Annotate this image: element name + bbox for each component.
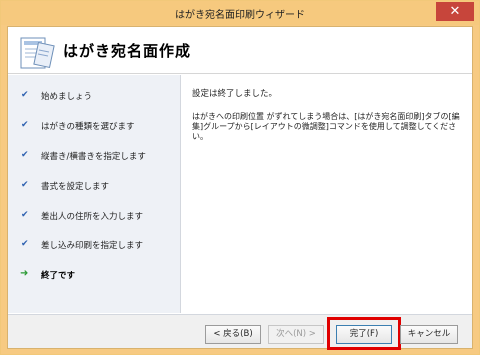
button-bar: < 戻る(B) 次へ(N) > 完了(F) キャンセル [8, 314, 472, 350]
wizard-window: はがき宛名面印刷ウィザード ✕ はがき宛名面作成 ✔ 始めましょう ✔ はがきの… [0, 0, 480, 355]
check-icon: ✔ [21, 180, 29, 190]
step-label: 終了です [41, 271, 76, 281]
step-item-orientation: ✔ 縦書き/横書きを指定します [8, 149, 181, 165]
cancel-button[interactable]: キャンセル [400, 325, 458, 344]
status-message: 設定は終了しました。 [192, 89, 278, 99]
back-button[interactable]: < 戻る(B) [205, 325, 261, 344]
step-label: はがきの種類を選びます [41, 122, 135, 132]
check-icon: ✔ [21, 90, 29, 100]
window-title: はがき宛名面印刷ウィザード [175, 10, 305, 21]
next-button[interactable]: 次へ(N) > [268, 325, 324, 344]
check-icon: ✔ [21, 239, 29, 249]
wizard-header: はがき宛名面作成 [8, 27, 472, 74]
step-label: 書式を設定します [41, 182, 110, 192]
check-icon: ✔ [21, 120, 29, 130]
step-item-sender: ✔ 差出人の住所を入力します [8, 209, 181, 225]
step-item-start: ✔ 始めましょう [8, 89, 181, 105]
title-bar: はがき宛名面印刷ウィザード ✕ [1, 1, 479, 25]
close-button[interactable]: ✕ [436, 2, 474, 21]
step-item-format: ✔ 書式を設定します [8, 179, 181, 195]
postcard-icon [20, 37, 55, 69]
step-label: 縦書き/横書きを指定します [41, 152, 146, 162]
arrow-right-icon: ➜ [20, 268, 29, 279]
step-label: 差出人の住所を入力します [41, 212, 144, 222]
step-item-card-type: ✔ はがきの種類を選びます [8, 119, 181, 135]
step-label: 始めましょう [41, 92, 93, 102]
page-title: はがき宛名面作成 [63, 42, 192, 60]
step-item-finish: ➜ 終了です [8, 268, 181, 284]
step-item-merge: ✔ 差し込み印刷を指定します [8, 238, 181, 254]
info-message: はがきへの印刷位置 がずれてしまう場合は、[はがき宛名面印刷]タブの[編集]グル… [192, 112, 460, 141]
wizard-client: はがき宛名面作成 ✔ 始めましょう ✔ はがきの種類を選びます ✔ 縦書き/横書… [7, 26, 473, 350]
content-panel: 設定は終了しました。 はがきへの印刷位置 がずれてしまう場合は、[はがき宛名面印… [182, 75, 472, 313]
steps-sidebar: ✔ 始めましょう ✔ はがきの種類を選びます ✔ 縦書き/横書きを指定します ✔… [8, 75, 181, 313]
check-icon: ✔ [21, 210, 29, 220]
finish-button[interactable]: 完了(F) [336, 325, 392, 344]
step-label: 差し込み印刷を指定します [41, 241, 144, 251]
check-icon: ✔ [21, 150, 29, 160]
